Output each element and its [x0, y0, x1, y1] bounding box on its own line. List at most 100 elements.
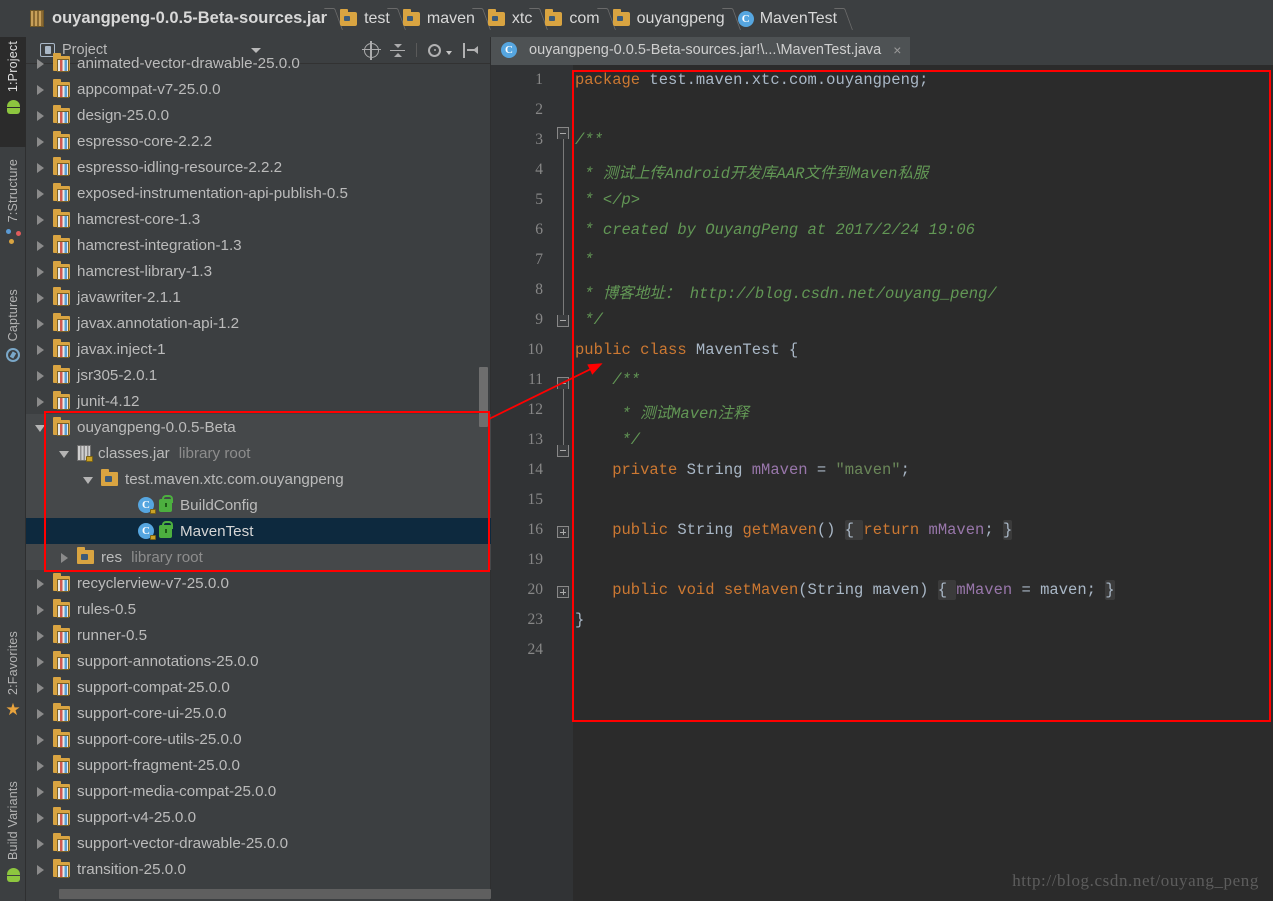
- chevron-down-icon[interactable]: [82, 473, 95, 486]
- chevron-right-icon[interactable]: [34, 291, 47, 304]
- tree-item-hamcrest-integration-1-3[interactable]: hamcrest-integration-1.3: [26, 232, 491, 258]
- tree-item-support-compat-25-0-0[interactable]: support-compat-25.0.0: [26, 674, 491, 700]
- code-line[interactable]: public void setMaven(String maven) { mMa…: [575, 580, 1115, 600]
- tree-item-javawriter-2-1-1[interactable]: javawriter-2.1.1: [26, 284, 491, 310]
- tree-item-recyclerview-v7-25-0-0[interactable]: recyclerview-v7-25.0.0: [26, 570, 491, 596]
- chevron-right-icon[interactable]: [34, 135, 47, 148]
- tree-item-support-media-compat-25-0-0[interactable]: support-media-compat-25.0.0: [26, 778, 491, 804]
- tree-item-buildconfig[interactable]: C BuildConfig: [26, 492, 491, 518]
- tree-item-transition-25-0-0[interactable]: transition-25.0.0: [26, 856, 491, 882]
- chevron-right-icon[interactable]: [34, 759, 47, 772]
- fold-icon[interactable]: [557, 315, 569, 327]
- chevron-right-icon[interactable]: [34, 369, 47, 382]
- chevron-right-icon[interactable]: [34, 681, 47, 694]
- code-line[interactable]: * </p>: [575, 191, 640, 209]
- code-line[interactable]: package test.maven.xtc.com.ouyangpeng;: [575, 71, 928, 89]
- tree-item-test-maven-xtc-com-ouyangpeng[interactable]: test.maven.xtc.com.ouyangpeng: [26, 466, 491, 492]
- tree-item-classes-jar[interactable]: classes.jar library root: [26, 440, 491, 466]
- breadcrumb-item-maven[interactable]: maven: [402, 0, 475, 37]
- breadcrumb-item-maventest[interactable]: C MavenTest: [737, 0, 837, 37]
- tree-item-exposed-instrumentation-api-publish-0-5[interactable]: exposed-instrumentation-api-publish-0.5: [26, 180, 491, 206]
- chevron-right-icon[interactable]: [34, 161, 47, 174]
- code-line[interactable]: public String getMaven() { return mMaven…: [575, 520, 1013, 540]
- breadcrumb-item-ouyangpeng[interactable]: ouyangpeng: [612, 0, 725, 37]
- tree-item-support-core-utils-25-0-0[interactable]: support-core-utils-25.0.0: [26, 726, 491, 752]
- tree-item-javax-inject-1[interactable]: javax.inject-1: [26, 336, 491, 362]
- code-line[interactable]: * 博客地址： http://blog.csdn.net/ouyang_peng…: [575, 281, 996, 303]
- code-line[interactable]: public class MavenTest {: [575, 341, 798, 359]
- chevron-right-icon[interactable]: [34, 733, 47, 746]
- code-folding-gutter[interactable]: [553, 65, 573, 901]
- tree-item-runner-0-5[interactable]: runner-0.5: [26, 622, 491, 648]
- folded-code-segment[interactable]: }: [1105, 580, 1115, 600]
- breadcrumb-item-xtc[interactable]: xtc: [487, 0, 532, 37]
- tree-vertical-scrollbar[interactable]: [479, 367, 488, 427]
- chevron-right-icon[interactable]: [34, 187, 47, 200]
- code-line[interactable]: /**: [575, 131, 603, 149]
- chevron-right-icon[interactable]: [34, 343, 47, 356]
- tree-item-support-core-ui-25-0-0[interactable]: support-core-ui-25.0.0: [26, 700, 491, 726]
- chevron-right-icon[interactable]: [34, 57, 47, 70]
- breadcrumb-item-test[interactable]: test: [340, 0, 390, 37]
- code-line[interactable]: */: [575, 431, 641, 449]
- chevron-right-icon[interactable]: [34, 577, 47, 590]
- tool-tab-build-variants[interactable]: Build Variants: [0, 777, 26, 901]
- expand-fold-icon[interactable]: [557, 586, 569, 598]
- chevron-down-icon[interactable]: [58, 447, 71, 460]
- chevron-right-icon[interactable]: [58, 551, 71, 564]
- chevron-right-icon[interactable]: [34, 265, 47, 278]
- code-line[interactable]: * 测试上传Android开发库AAR文件到Maven私服: [575, 161, 928, 183]
- tree-item-espresso-core-2-2-2[interactable]: espresso-core-2.2.2: [26, 128, 491, 154]
- code-line[interactable]: /**: [575, 371, 640, 389]
- folded-code-segment[interactable]: {: [937, 580, 957, 600]
- code-line[interactable]: private String mMaven = "maven";: [575, 461, 910, 479]
- tree-item-support-fragment-25-0-0[interactable]: support-fragment-25.0.0: [26, 752, 491, 778]
- fold-icon[interactable]: [557, 377, 569, 389]
- chevron-down-icon[interactable]: [34, 421, 47, 434]
- project-tree[interactable]: animated-vector-drawable-25.0.0 appcompat…: [26, 50, 491, 887]
- tool-tab-captures[interactable]: Captures: [0, 285, 26, 395]
- tree-item-maventest[interactable]: C MavenTest: [26, 518, 491, 544]
- code-line[interactable]: */: [575, 311, 603, 329]
- code-line[interactable]: * created by OuyangPeng at 2017/2/24 19:…: [575, 221, 975, 239]
- tree-item-jsr305-2-0-1[interactable]: jsr305-2.0.1: [26, 362, 491, 388]
- expand-fold-icon[interactable]: [557, 526, 569, 538]
- tool-tab-project[interactable]: 1:Project: [0, 37, 26, 147]
- chevron-right-icon[interactable]: [34, 655, 47, 668]
- chevron-right-icon[interactable]: [34, 239, 47, 252]
- tree-horizontal-scrollbar[interactable]: [59, 889, 491, 899]
- code-line[interactable]: *: [575, 251, 593, 269]
- chevron-right-icon[interactable]: [34, 603, 47, 616]
- chevron-right-icon[interactable]: [34, 707, 47, 720]
- chevron-right-icon[interactable]: [34, 629, 47, 642]
- chevron-right-icon[interactable]: [34, 811, 47, 824]
- tree-item-javax-annotation-api-1-2[interactable]: javax.annotation-api-1.2: [26, 310, 491, 336]
- tool-tab-favorites[interactable]: 2:Favorites ★: [0, 627, 26, 735]
- tree-item-support-annotations-25-0-0[interactable]: support-annotations-25.0.0: [26, 648, 491, 674]
- chevron-right-icon[interactable]: [34, 317, 47, 330]
- chevron-right-icon[interactable]: [34, 213, 47, 226]
- tool-tab-structure[interactable]: 7:Structure: [0, 155, 26, 275]
- fold-icon[interactable]: [557, 445, 569, 457]
- chevron-right-icon[interactable]: [34, 109, 47, 122]
- tree-item-animated-vector-drawable-25-0-0[interactable]: animated-vector-drawable-25.0.0: [26, 50, 491, 76]
- tree-item-rules-0-5[interactable]: rules-0.5: [26, 596, 491, 622]
- tree-item-res[interactable]: res library root: [26, 544, 491, 570]
- tree-item-design-25-0-0[interactable]: design-25.0.0: [26, 102, 491, 128]
- folded-code-segment[interactable]: {: [844, 520, 864, 540]
- chevron-right-icon[interactable]: [34, 863, 47, 876]
- tree-item-junit-4-12[interactable]: junit-4.12: [26, 388, 491, 414]
- tree-item-appcompat-v7-25-0-0[interactable]: appcompat-v7-25.0.0: [26, 76, 491, 102]
- tree-item-espresso-idling-resource-2-2-2[interactable]: espresso-idling-resource-2.2.2: [26, 154, 491, 180]
- tree-item-hamcrest-core-1-3[interactable]: hamcrest-core-1.3: [26, 206, 491, 232]
- tree-item-support-v4-25-0-0[interactable]: support-v4-25.0.0: [26, 804, 491, 830]
- tree-item-support-vector-drawable-25-0-0[interactable]: support-vector-drawable-25.0.0: [26, 830, 491, 856]
- tree-item-hamcrest-library-1-3[interactable]: hamcrest-library-1.3: [26, 258, 491, 284]
- breadcrumb-item-jar[interactable]: ouyangpeng-0.0.5-Beta-sources.jar: [52, 0, 327, 37]
- code-content[interactable]: package test.maven.xtc.com.ouyangpeng; /*…: [575, 65, 1273, 901]
- code-line[interactable]: }: [575, 611, 584, 629]
- editor-tab-maventest[interactable]: C ouyangpeng-0.0.5-Beta-sources.jar!\...…: [491, 37, 911, 65]
- close-icon[interactable]: ×: [893, 42, 901, 58]
- code-line[interactable]: * 测试Maven注释: [575, 401, 749, 423]
- folded-code-segment[interactable]: }: [1002, 520, 1013, 540]
